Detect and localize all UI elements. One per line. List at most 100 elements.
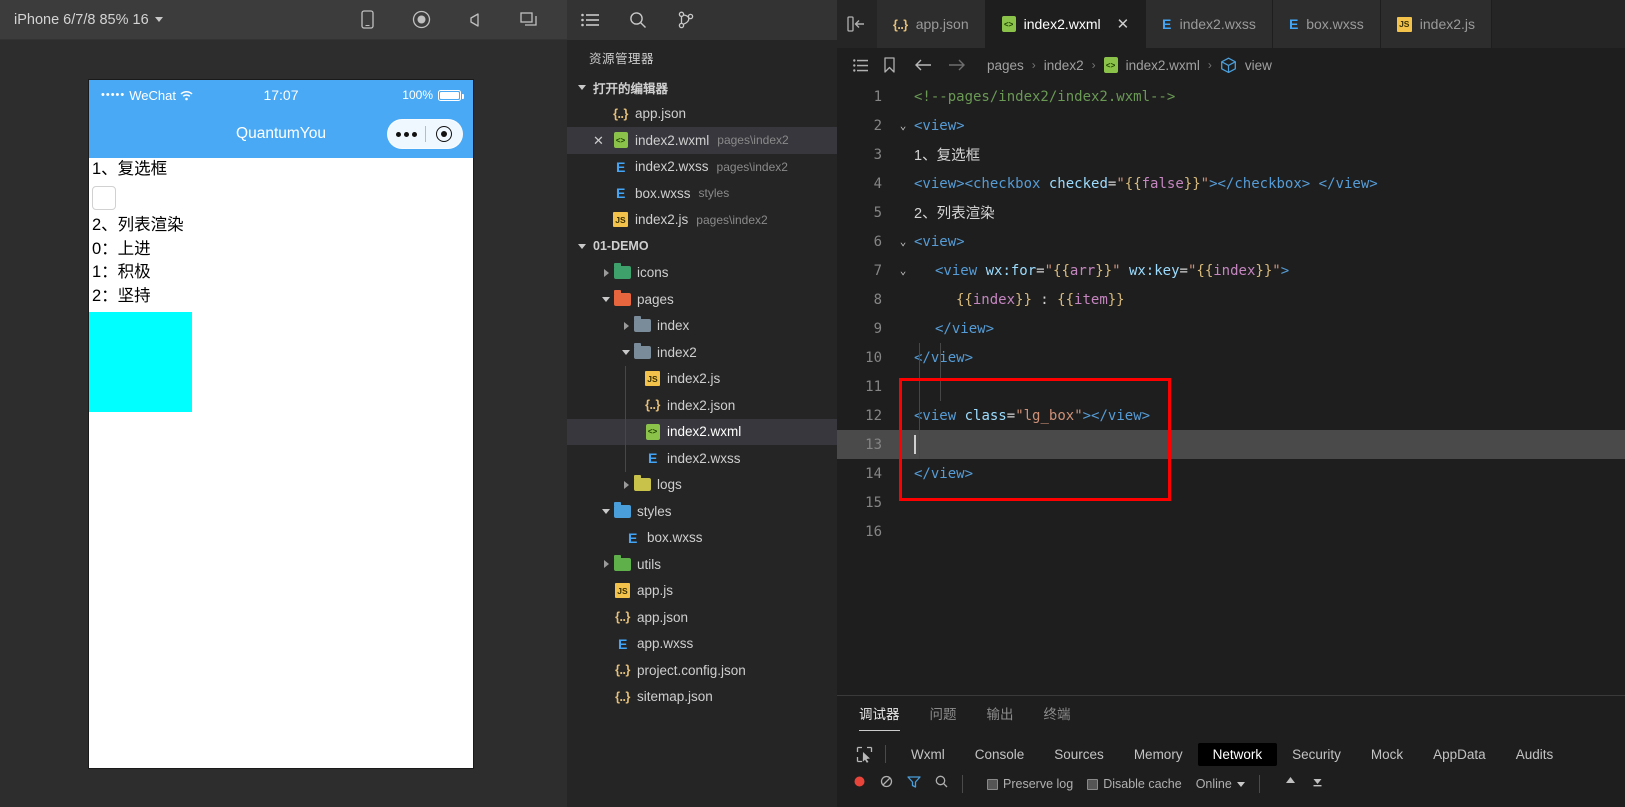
- open-editor-item-index2-wxml[interactable]: ✕ <> index2.wxml pages\index2: [567, 127, 837, 154]
- close-miniprogram-icon[interactable]: [426, 126, 463, 142]
- wechat-capsule-button[interactable]: [387, 119, 463, 149]
- tree-item-utils[interactable]: utils: [567, 551, 837, 578]
- close-icon[interactable]: ✕: [593, 134, 604, 147]
- code-line[interactable]: 8 {{index}} : {{item}}: [837, 285, 1625, 314]
- checkbox-icon[interactable]: [987, 778, 998, 790]
- panel-tab-debugger[interactable]: 调试器: [859, 703, 900, 731]
- code-line[interactable]: 15: [837, 488, 1625, 517]
- editor-tab-box-wxss[interactable]: Ǝ box.wxss: [1272, 0, 1381, 48]
- device-selector[interactable]: iPhone 6/7/8 85% 16: [14, 12, 163, 28]
- devtools-tab-security[interactable]: Security: [1277, 743, 1356, 766]
- tree-item-app-wxss[interactable]: Ǝ app.wxss: [567, 631, 837, 658]
- disable-cache-checkbox[interactable]: Disable cache: [1087, 777, 1182, 791]
- code-line[interactable]: 7 ⌄ <view wx:for="{{arr}}" wx:key="{{index…: [837, 256, 1625, 285]
- code-line[interactable]: 3 1、复选框: [837, 140, 1625, 169]
- code-line[interactable]: 2 ⌄ <view>: [837, 111, 1625, 140]
- open-editors-section[interactable]: 打开的编辑器: [567, 74, 837, 101]
- export-arrow-icon[interactable]: [1311, 775, 1324, 793]
- project-root-section[interactable]: 01-DEMO: [567, 233, 837, 260]
- filter-icon[interactable]: [907, 775, 921, 793]
- tree-item-app-js[interactable]: JS app.js: [567, 578, 837, 605]
- bookmark-icon[interactable]: [879, 55, 899, 75]
- editor-tab-index2-wxml[interactable]: <> index2.wxml ✕: [985, 0, 1147, 48]
- panel-tab-problems[interactable]: 问题: [930, 703, 957, 729]
- code-line[interactable]: 4 <view><checkbox checked="{{false}}"></c…: [837, 169, 1625, 198]
- outline-icon[interactable]: [851, 55, 871, 75]
- search-icon[interactable]: [935, 775, 948, 793]
- code-line[interactable]: 16: [837, 517, 1625, 546]
- breadcrumb-index2[interactable]: index2: [1044, 58, 1084, 73]
- import-arrow-icon[interactable]: [1284, 775, 1297, 793]
- panel-tab-output[interactable]: 输出: [987, 703, 1014, 729]
- tree-item-icons[interactable]: icons: [567, 260, 837, 287]
- tree-item-index2-wxss[interactable]: Ǝ index2.wxss: [567, 445, 837, 472]
- code-line[interactable]: 5 2、列表渲染: [837, 198, 1625, 227]
- devtools-tab-network[interactable]: Network: [1197, 742, 1278, 766]
- tree-item-project-config-json[interactable]: {..} project.config.json: [567, 657, 837, 684]
- tree-item-index2[interactable]: index2: [567, 339, 837, 366]
- code-editor[interactable]: 1 <!--pages/index2/index2.wxml--> 2 ⌄ <view…: [837, 82, 1625, 695]
- devtools-tab-wxml[interactable]: Wxml: [896, 743, 960, 766]
- tree-item-app-json[interactable]: {..} app.json: [567, 604, 837, 631]
- code-line[interactable]: 9 </view>: [837, 314, 1625, 343]
- preserve-log-checkbox[interactable]: Preserve log: [987, 777, 1073, 791]
- tree-item-pages[interactable]: pages: [567, 286, 837, 313]
- chevron-right-icon[interactable]: [619, 321, 633, 330]
- back-arrow-icon[interactable]: [913, 55, 933, 75]
- breadcrumb-index2-wxml[interactable]: index2.wxml: [1126, 58, 1200, 73]
- record-icon[interactable]: [411, 10, 431, 30]
- devtools-tab-console[interactable]: Console: [960, 743, 1040, 766]
- open-editor-item-index2-wxss[interactable]: Ǝ index2.wxss pages\index2: [567, 154, 837, 181]
- page-checkbox[interactable]: [92, 185, 116, 210]
- more-menu-icon[interactable]: [388, 131, 425, 137]
- tree-item-index2-json[interactable]: {..} index2.json: [567, 392, 837, 419]
- fold-marker-open[interactable]: ⌄: [892, 235, 914, 248]
- devtools-tab-appdata[interactable]: AppData: [1418, 743, 1501, 766]
- code-line[interactable]: 6 ⌄ <view>: [837, 227, 1625, 256]
- devtools-tab-sources[interactable]: Sources: [1039, 743, 1119, 766]
- tree-item-index2-wxml[interactable]: <> index2.wxml: [567, 418, 837, 445]
- chevron-down-icon[interactable]: [599, 296, 613, 302]
- throttle-select[interactable]: Online: [1196, 777, 1245, 791]
- open-editor-item-app-json[interactable]: {..} app.json: [567, 101, 837, 128]
- devtools-tab-mock[interactable]: Mock: [1356, 743, 1418, 766]
- code-line[interactable]: 11: [837, 372, 1625, 401]
- list-icon[interactable]: [579, 9, 601, 31]
- breadcrumb-pages[interactable]: pages: [987, 58, 1024, 73]
- code-line[interactable]: 1 <!--pages/index2/index2.wxml-->: [837, 82, 1625, 111]
- tree-item-index2-js[interactable]: JS index2.js: [567, 365, 837, 392]
- panel-tab-terminal[interactable]: 终端: [1044, 703, 1071, 729]
- code-line-current[interactable]: 13: [837, 430, 1625, 459]
- tree-item-styles[interactable]: styles: [567, 498, 837, 525]
- tree-item-box-wxss[interactable]: Ǝ box.wxss: [567, 525, 837, 552]
- editor-tab-index2-js[interactable]: JS index2.js: [1380, 0, 1493, 48]
- collapse-sidebar-button[interactable]: [837, 0, 877, 48]
- record-red-icon[interactable]: [853, 775, 866, 793]
- source-control-icon[interactable]: [675, 9, 697, 31]
- clear-icon[interactable]: [880, 775, 893, 793]
- devtools-tab-audits[interactable]: Audits: [1501, 743, 1569, 766]
- chevron-down-icon[interactable]: [619, 349, 633, 355]
- checkbox-icon[interactable]: [1087, 778, 1099, 790]
- search-icon[interactable]: [627, 9, 649, 31]
- chevron-right-icon[interactable]: [599, 268, 613, 277]
- tree-item-logs[interactable]: logs: [567, 472, 837, 499]
- devtools-tab-memory[interactable]: Memory: [1119, 743, 1198, 766]
- breadcrumb-view[interactable]: view: [1245, 58, 1272, 73]
- code-line[interactable]: 12 <view class="lg_box"></view>: [837, 401, 1625, 430]
- chevron-right-icon[interactable]: [599, 560, 613, 569]
- tree-item-index[interactable]: index: [567, 313, 837, 340]
- fold-marker-open[interactable]: ⌄: [892, 264, 914, 277]
- forward-arrow-icon[interactable]: [947, 55, 967, 75]
- chevron-down-icon[interactable]: [599, 508, 613, 514]
- chevron-right-icon[interactable]: [619, 480, 633, 489]
- volume-icon[interactable]: [465, 10, 485, 30]
- phone-preview[interactable]: ••••• WeChat 17:07 100% QuantumYou 1、复选框…: [88, 79, 474, 769]
- open-editor-item-box-wxss[interactable]: Ǝ box.wxss styles: [567, 180, 837, 207]
- editor-tab-app-json[interactable]: {..} app.json: [877, 0, 986, 48]
- windows-icon[interactable]: [519, 10, 539, 30]
- tree-item-sitemap-json[interactable]: {..} sitemap.json: [567, 684, 837, 711]
- inspect-cursor-icon[interactable]: [851, 743, 877, 765]
- code-line[interactable]: 14 </view>: [837, 459, 1625, 488]
- close-icon[interactable]: ✕: [1117, 15, 1130, 33]
